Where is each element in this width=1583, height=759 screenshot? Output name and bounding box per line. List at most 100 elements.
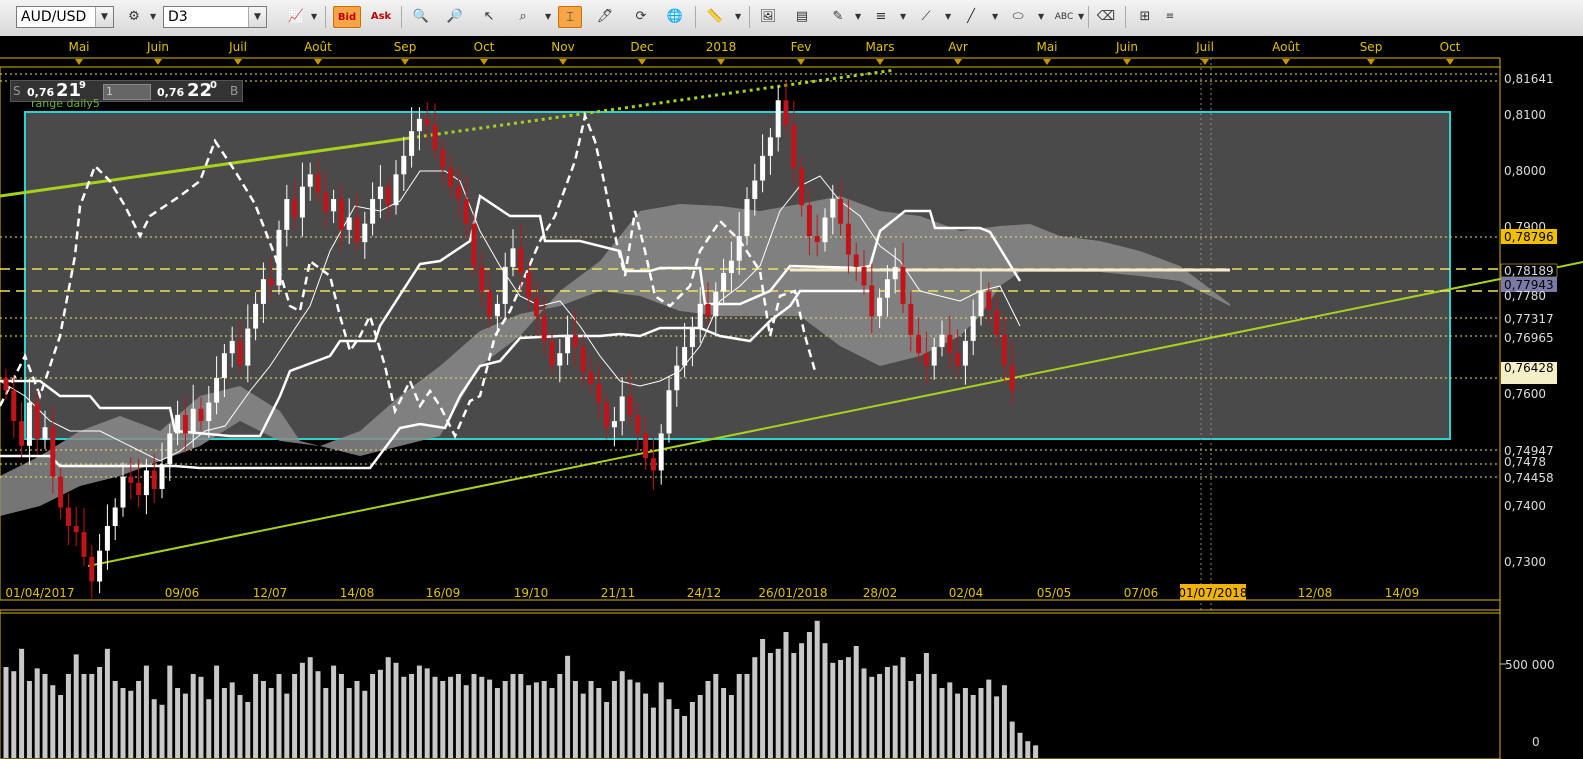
volume-bar[interactable] xyxy=(908,681,914,758)
volume-bar[interactable] xyxy=(557,674,563,758)
volume-bar[interactable] xyxy=(736,674,742,758)
cursor-icon[interactable]: ↖ xyxy=(477,6,501,28)
candle-body[interactable] xyxy=(994,310,1000,335)
volume-bar[interactable] xyxy=(744,674,750,758)
candle-body[interactable] xyxy=(791,124,797,169)
candle-body[interactable] xyxy=(50,427,56,477)
volume-bar[interactable] xyxy=(1025,741,1031,758)
candle-body[interactable] xyxy=(229,340,235,354)
volume-bar[interactable] xyxy=(931,674,937,758)
candle-body[interactable] xyxy=(182,414,188,434)
candle-body[interactable] xyxy=(190,408,196,434)
volume-bar[interactable] xyxy=(432,676,438,758)
volume-bar[interactable] xyxy=(806,632,812,758)
candle-body[interactable] xyxy=(401,155,407,175)
volume-bar[interactable] xyxy=(190,674,196,758)
chevron-down-icon[interactable]: ▼ xyxy=(1078,12,1084,21)
candle-body[interactable] xyxy=(206,402,212,422)
candle-body[interactable] xyxy=(923,353,929,366)
candle-body[interactable] xyxy=(455,186,461,200)
candle-body[interactable] xyxy=(409,131,415,156)
volume-bar[interactable] xyxy=(323,688,329,758)
volume-bar[interactable] xyxy=(253,674,259,758)
volume-bar[interactable] xyxy=(284,693,290,758)
candle-body[interactable] xyxy=(814,236,820,243)
candle-body[interactable] xyxy=(565,334,571,354)
volume-bar[interactable] xyxy=(81,674,87,758)
volume-bar[interactable] xyxy=(292,674,298,758)
volume-bar[interactable] xyxy=(884,667,890,758)
candle-body[interactable] xyxy=(245,328,251,366)
volume-bar[interactable] xyxy=(58,695,64,758)
volume-bar[interactable] xyxy=(900,657,906,758)
candle-body[interactable] xyxy=(775,100,781,138)
candle-body[interactable] xyxy=(549,340,555,366)
candle-body[interactable] xyxy=(416,118,422,132)
candle-body[interactable] xyxy=(650,458,656,471)
candle-body[interactable] xyxy=(627,396,633,415)
candle-body[interactable] xyxy=(572,334,578,348)
volume-bar[interactable] xyxy=(440,681,446,758)
trendline-icon[interactable]: ╱ xyxy=(959,6,983,28)
sell-letter[interactable]: S xyxy=(13,84,21,98)
volume-bar[interactable] xyxy=(393,662,399,758)
candle-body[interactable] xyxy=(198,408,204,422)
volume-bar[interactable] xyxy=(409,674,415,758)
candle-body[interactable] xyxy=(518,248,524,274)
candle-body[interactable] xyxy=(783,100,789,125)
candle-body[interactable] xyxy=(799,168,805,206)
volume-bar[interactable] xyxy=(175,688,181,758)
volume-bar[interactable] xyxy=(760,639,766,758)
volume-bar[interactable] xyxy=(799,643,805,758)
volume-bar[interactable] xyxy=(822,643,828,758)
candle-body[interactable] xyxy=(939,334,945,348)
volume-bar[interactable] xyxy=(588,681,594,758)
volume-bar[interactable] xyxy=(260,681,266,758)
candle-body[interactable] xyxy=(81,532,87,557)
volume-bar[interactable] xyxy=(401,676,407,758)
candle-body[interactable] xyxy=(276,229,282,286)
volume-bar[interactable] xyxy=(853,646,859,758)
candle-body[interactable] xyxy=(947,334,953,354)
candle-body[interactable] xyxy=(136,482,142,496)
candle-body[interactable] xyxy=(385,186,391,206)
volume-bar[interactable] xyxy=(182,693,188,758)
candle-body[interactable] xyxy=(1001,334,1007,366)
volume-bar[interactable] xyxy=(315,671,321,758)
candle-body[interactable] xyxy=(526,273,532,298)
candle-body[interactable] xyxy=(89,556,95,582)
candle-body[interactable] xyxy=(346,217,352,230)
candle-body[interactable] xyxy=(167,433,173,465)
candle-body[interactable] xyxy=(292,199,298,218)
candle-body[interactable] xyxy=(65,507,71,526)
volume-bar[interactable] xyxy=(611,681,617,758)
volume-bar[interactable] xyxy=(526,685,532,758)
volume-bar[interactable] xyxy=(923,653,929,758)
candle-body[interactable] xyxy=(830,199,836,218)
candle-body[interactable] xyxy=(424,118,430,125)
volume-bar[interactable] xyxy=(721,688,727,758)
overflow-menu-icon[interactable]: ≡ xyxy=(1163,6,1177,28)
candle-body[interactable] xyxy=(884,279,890,298)
candle-body[interactable] xyxy=(479,266,485,292)
volume-bar[interactable] xyxy=(775,648,781,758)
chevron-down-icon[interactable]: ▼ xyxy=(945,12,951,21)
volume-bar[interactable] xyxy=(276,674,282,758)
chevron-down-icon[interactable]: ▼ xyxy=(855,12,861,21)
candle-body[interactable] xyxy=(175,414,181,434)
chevron-down-icon[interactable]: ▼ xyxy=(900,12,906,21)
candle-body[interactable] xyxy=(338,199,344,230)
chevron-down-icon[interactable]: ▼ xyxy=(545,12,551,21)
candle-body[interactable] xyxy=(557,353,563,366)
volume-bar[interactable] xyxy=(892,665,898,758)
volume-bar[interactable] xyxy=(206,699,212,758)
volume-bar[interactable] xyxy=(962,688,968,758)
candle-body[interactable] xyxy=(26,402,32,446)
crosshair-icon[interactable]: ⌶ xyxy=(558,6,582,28)
volume-bar[interactable] xyxy=(89,674,95,758)
candle-body[interactable] xyxy=(728,260,734,274)
candle-body[interactable] xyxy=(370,199,376,224)
volume-bar[interactable] xyxy=(861,668,867,758)
candle-body[interactable] xyxy=(689,328,695,348)
candle-body[interactable] xyxy=(73,525,79,533)
